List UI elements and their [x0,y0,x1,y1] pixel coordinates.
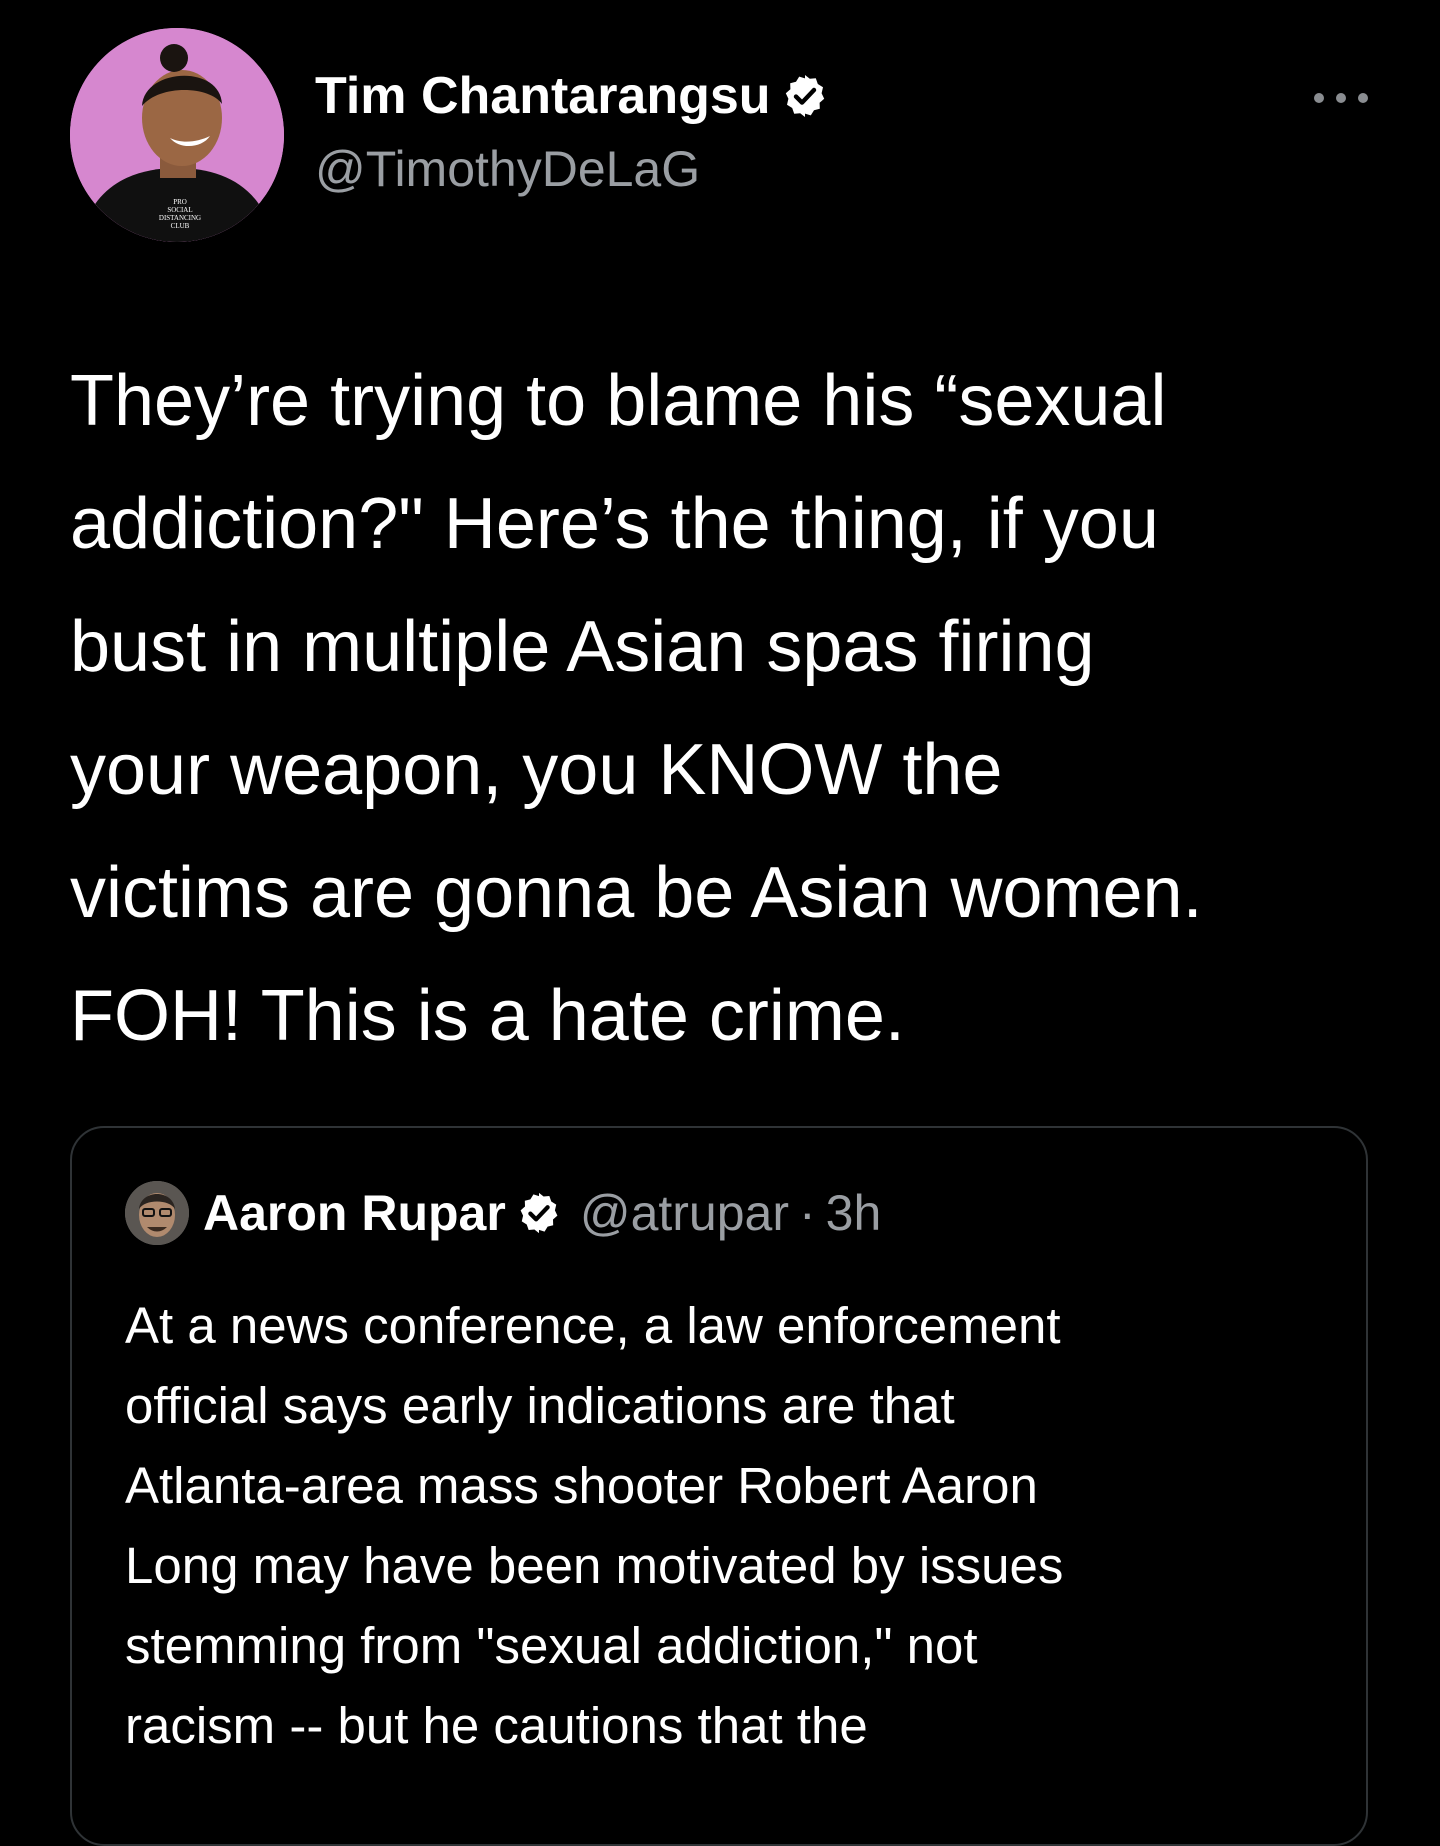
avatar-shirt-text-2: SOCIAL [167,206,192,214]
verified-badge-icon [785,75,824,117]
tweet-text-line: bust in multiple Asian spas firing [70,607,1095,687]
more-options-icon[interactable] [1314,80,1368,116]
author-handle[interactable]: @TimothyDeLaG [315,140,700,198]
author-name[interactable]: Tim Chantarangsu [315,66,771,126]
quoted-text-line: official says early indications are that [125,1377,955,1434]
avatar-image: PRO SOCIAL DISTANCING CLUB [70,28,284,242]
quoted-tweet-text: At a news conference, a law enforcement … [125,1286,1345,1766]
quoted-author-name[interactable]: Aaron Rupar [203,1184,506,1242]
tweet-text-line: victims are gonna be Asian women. [70,853,1203,933]
quoted-text-line: At a news conference, a law enforcement [125,1297,1061,1354]
quoted-tweet-card[interactable]: Aaron Rupar @atrupar · 3h At a news conf… [70,1126,1368,1846]
avatar-shirt-text-4: CLUB [171,222,190,230]
quoted-author-handle[interactable]: @atrupar [580,1184,789,1242]
avatar-shirt-text-1: PRO [173,198,187,206]
tweet: PRO SOCIAL DISTANCING CLUB Tim Chantaran… [0,0,1440,1846]
quoted-text-line: stemming from "sexual addiction," not [125,1617,978,1674]
more-dot [1358,93,1368,103]
quoted-tweet-header: Aaron Rupar @atrupar · 3h [125,1181,881,1245]
quoted-text-line: racism -- but he cautions that the [125,1697,868,1754]
more-dot [1336,93,1346,103]
quoted-timestamp[interactable]: 3h [826,1184,882,1242]
more-dot [1314,93,1324,103]
quoted-separator: · [799,1185,816,1241]
tweet-text-line: your weapon, you KNOW the [70,730,1003,810]
avatar-shirt-text-3: DISTANCING [159,214,201,222]
tweet-text: They’re trying to blame his “sexual addi… [70,340,1400,1078]
tweet-text-line: They’re trying to blame his “sexual [70,361,1167,441]
quoted-author-avatar[interactable] [125,1181,189,1245]
quoted-text-line: Long may have been motivated by issues [125,1537,1064,1594]
quoted-verified-badge-icon [520,1192,558,1234]
tweet-text-line: FOH! This is a hate crime. [70,976,905,1056]
quoted-avatar-image [125,1181,189,1245]
tweet-text-line: addiction?" Here’s the thing, if you [70,484,1159,564]
author-avatar[interactable]: PRO SOCIAL DISTANCING CLUB [70,28,284,242]
quoted-text-line: Atlanta-area mass shooter Robert Aaron [125,1457,1038,1514]
author-name-row[interactable]: Tim Chantarangsu [315,66,829,126]
